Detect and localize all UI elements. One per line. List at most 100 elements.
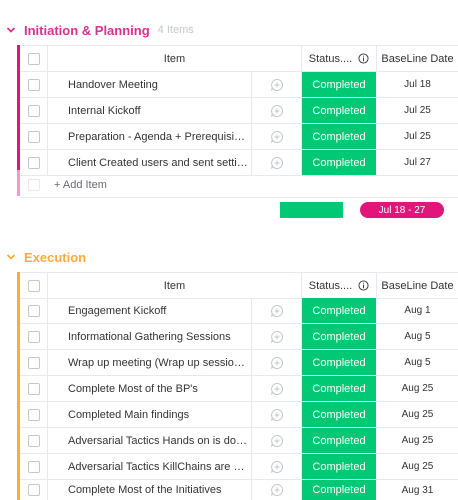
- add-item-button[interactable]: + Add Item: [48, 172, 107, 197]
- date-cell[interactable]: Aug 5: [377, 350, 458, 375]
- item-cell[interactable]: Completed Main findings: [48, 402, 302, 427]
- select-all-checkbox[interactable]: [27, 52, 40, 65]
- row-check-cell: [20, 480, 48, 500]
- info-icon[interactable]: [358, 280, 369, 291]
- item-cell[interactable]: Preparation - Agenda + Prerequisites: [48, 124, 302, 149]
- row-checkbox[interactable]: [27, 104, 40, 117]
- date-cell[interactable]: Aug 31: [377, 480, 458, 500]
- table-row[interactable]: Complete Most of the Initiatives Complet…: [20, 480, 458, 500]
- date-cell[interactable]: Aug 25: [377, 402, 458, 427]
- status-cell[interactable]: Completed: [302, 402, 377, 427]
- item-cell[interactable]: Handover Meeting: [48, 72, 302, 97]
- item-cell[interactable]: Adversarial Tactics KillChains are done: [48, 454, 302, 479]
- row-check-cell: [20, 376, 48, 401]
- item-name[interactable]: Complete Most of the Initiatives: [48, 484, 248, 496]
- status-cell[interactable]: Completed: [302, 350, 377, 375]
- add-update-icon[interactable]: [251, 428, 302, 453]
- item-cell[interactable]: Informational Gathering Sessions: [48, 324, 302, 349]
- item-name[interactable]: Wrap up meeting (Wrap up sessions): [48, 357, 248, 369]
- date-cell[interactable]: Aug 1: [377, 298, 458, 323]
- item-cell[interactable]: Complete Most of the Initiatives: [48, 480, 302, 500]
- item-name[interactable]: Adversarial Tactics Hands on is done: [48, 435, 248, 447]
- item-cell[interactable]: Engagement Kickoff: [48, 298, 302, 323]
- item-name[interactable]: Informational Gathering Sessions: [48, 331, 248, 343]
- table-row[interactable]: Adversarial Tactics Hands on is done Com…: [20, 428, 458, 454]
- item-name[interactable]: Handover Meeting: [48, 79, 248, 91]
- status-cell[interactable]: Completed: [302, 454, 377, 479]
- date-range-summary: Jul 18 - 27: [360, 202, 444, 218]
- item-cell[interactable]: Wrap up meeting (Wrap up sessions): [48, 350, 302, 375]
- status-cell[interactable]: Completed: [302, 376, 377, 401]
- table-row[interactable]: Wrap up meeting (Wrap up sessions) Compl…: [20, 350, 458, 376]
- status-cell[interactable]: Completed: [302, 124, 377, 149]
- item-name[interactable]: Client Created users and sent settings: [48, 157, 248, 169]
- chevron-down-icon[interactable]: [0, 19, 22, 41]
- date-cell[interactable]: Aug 25: [377, 454, 458, 479]
- row-checkbox[interactable]: [27, 356, 40, 369]
- add-update-icon[interactable]: [251, 350, 302, 375]
- group-title[interactable]: Initiation & Planning: [24, 23, 150, 38]
- row-check-cell: [20, 72, 48, 97]
- select-all-cell: [20, 46, 48, 71]
- table-row[interactable]: Internal Kickoff Completed Jul 25: [20, 98, 458, 124]
- row-checkbox[interactable]: [27, 330, 40, 343]
- status-cell[interactable]: Completed: [302, 298, 377, 323]
- row-checkbox[interactable]: [27, 434, 40, 447]
- item-cell[interactable]: Adversarial Tactics Hands on is done: [48, 428, 302, 453]
- table-row[interactable]: Adversarial Tactics KillChains are done …: [20, 454, 458, 480]
- row-checkbox[interactable]: [27, 460, 40, 473]
- status-cell[interactable]: Completed: [302, 324, 377, 349]
- select-all-checkbox[interactable]: [27, 279, 40, 292]
- date-cell[interactable]: Jul 18: [377, 72, 458, 97]
- item-name[interactable]: Preparation - Agenda + Prerequisites: [48, 131, 248, 143]
- column-header-item[interactable]: Item: [48, 273, 302, 298]
- table-row[interactable]: Complete Most of the BP's Completed Aug …: [20, 376, 458, 402]
- row-checkbox[interactable]: [27, 156, 40, 169]
- item-cell[interactable]: Internal Kickoff: [48, 98, 302, 123]
- item-name[interactable]: Adversarial Tactics KillChains are done: [48, 461, 248, 473]
- add-item-row[interactable]: + Add Item: [20, 172, 458, 198]
- table-row[interactable]: Informational Gathering Sessions Complet…: [20, 324, 458, 350]
- date-cell[interactable]: Aug 25: [377, 376, 458, 401]
- column-header-date[interactable]: BaseLine Date: [377, 273, 458, 298]
- row-checkbox[interactable]: [27, 130, 40, 143]
- date-cell[interactable]: Aug 5: [377, 324, 458, 349]
- add-update-icon[interactable]: [251, 124, 302, 149]
- row-checkbox[interactable]: [27, 484, 40, 496]
- info-icon[interactable]: [358, 53, 369, 64]
- add-update-icon[interactable]: [251, 98, 302, 123]
- add-update-icon[interactable]: [251, 298, 302, 323]
- item-name[interactable]: Complete Most of the BP's: [48, 383, 248, 395]
- add-update-icon[interactable]: [251, 324, 302, 349]
- item-name[interactable]: Completed Main findings: [48, 409, 248, 421]
- date-cell[interactable]: Jul 25: [377, 124, 458, 149]
- table-row[interactable]: Completed Main findings Completed Aug 25: [20, 402, 458, 428]
- add-update-icon[interactable]: [251, 454, 302, 479]
- item-name[interactable]: Internal Kickoff: [48, 105, 248, 117]
- status-cell[interactable]: Completed: [302, 98, 377, 123]
- column-header-status[interactable]: Status....: [302, 273, 377, 298]
- table-row[interactable]: Engagement Kickoff Completed Aug 1: [20, 298, 458, 324]
- add-update-icon[interactable]: [251, 72, 302, 97]
- item-cell[interactable]: Complete Most of the BP's: [48, 376, 302, 401]
- column-header-status[interactable]: Status....: [302, 46, 377, 71]
- add-update-icon[interactable]: [251, 402, 302, 427]
- chevron-down-icon[interactable]: [0, 246, 22, 268]
- column-header-date[interactable]: BaseLine Date: [377, 46, 458, 71]
- row-checkbox[interactable]: [27, 78, 40, 91]
- date-cell[interactable]: Jul 25: [377, 98, 458, 123]
- status-cell[interactable]: Completed: [302, 428, 377, 453]
- add-update-icon[interactable]: [251, 376, 302, 401]
- status-cell[interactable]: Completed: [302, 72, 377, 97]
- row-checkbox[interactable]: [27, 382, 40, 395]
- row-checkbox[interactable]: [27, 408, 40, 421]
- column-header-item[interactable]: Item: [48, 46, 302, 71]
- date-cell[interactable]: Aug 25: [377, 428, 458, 453]
- row-checkbox[interactable]: [27, 304, 40, 317]
- table-row[interactable]: Preparation - Agenda + Prerequisites Com…: [20, 124, 458, 150]
- table-row[interactable]: Handover Meeting Completed Jul 18: [20, 72, 458, 98]
- item-name[interactable]: Engagement Kickoff: [48, 305, 248, 317]
- status-cell[interactable]: Completed: [302, 480, 377, 500]
- group-title[interactable]: Execution: [24, 250, 86, 265]
- add-update-icon[interactable]: [251, 480, 302, 500]
